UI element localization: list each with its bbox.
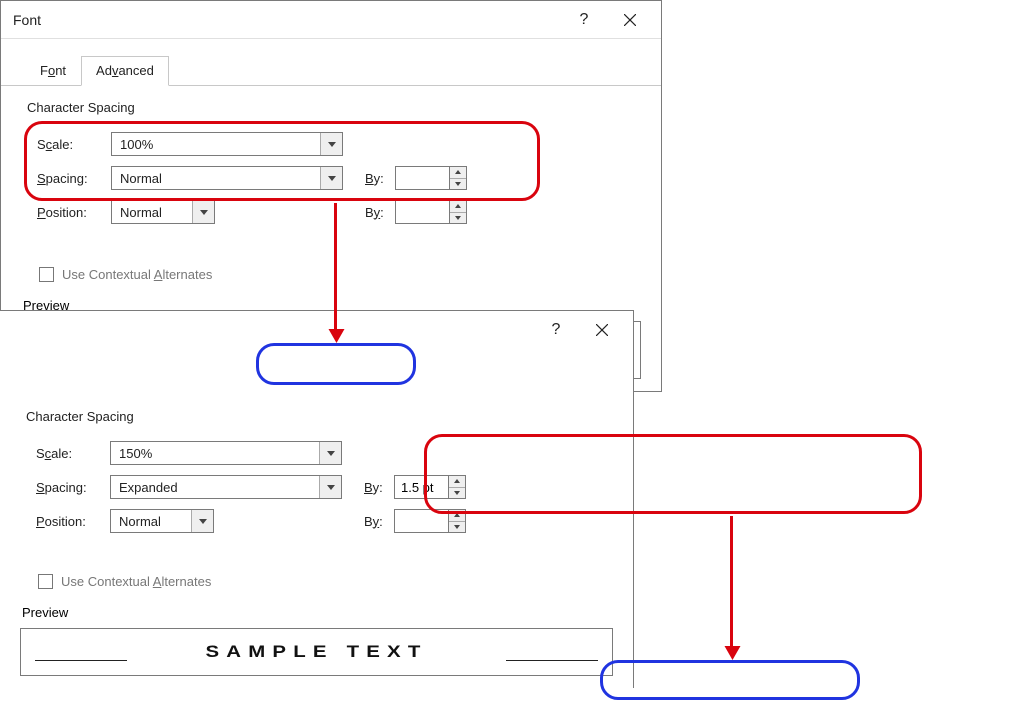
close-button[interactable]: [607, 4, 653, 36]
row-spacing: Spacing: Normal By:: [37, 161, 635, 195]
label-position-by: By:: [364, 514, 394, 529]
spinner-up-icon[interactable]: [450, 201, 466, 213]
section-character-spacing-label: Character Spacing: [21, 100, 641, 121]
position-by-input[interactable]: [394, 509, 448, 533]
preview-box: SAMPLE TEXT: [20, 628, 613, 676]
font-dialog-2: ? Character Spacing Scale: 150% Spacing:…: [0, 310, 634, 688]
use-contextual-alternates-row[interactable]: Use Contextual Alternates: [20, 570, 613, 601]
dialog-content: Character Spacing Scale: 150% Spacing: E…: [0, 403, 633, 688]
chevron-down-icon[interactable]: [191, 510, 213, 532]
preview-line: [35, 660, 127, 661]
preview-label: Preview: [20, 601, 613, 626]
spacing-by-input[interactable]: [394, 475, 448, 499]
spinner-down-icon[interactable]: [450, 179, 466, 190]
spinner-up-icon[interactable]: [449, 510, 465, 522]
chevron-down-icon[interactable]: [192, 201, 214, 223]
label-position: Position:: [36, 514, 110, 529]
use-contextual-alternates-label: Use Contextual Alternates: [61, 574, 211, 589]
scale-value: 100%: [112, 137, 320, 152]
titlebar: Font ?: [1, 1, 661, 39]
dialog-title: Font: [13, 12, 561, 28]
row-position: Position: Normal By:: [36, 504, 607, 538]
section-character-spacing-label: Character Spacing: [20, 409, 613, 430]
preview-text: SAMPLE TEXT: [205, 642, 427, 662]
scale-value: 150%: [111, 446, 319, 461]
checkbox-icon[interactable]: [39, 267, 54, 282]
chevron-down-icon[interactable]: [320, 167, 342, 189]
help-button[interactable]: ?: [533, 314, 579, 346]
spinner-up-icon[interactable]: [450, 167, 466, 179]
spacing-combo[interactable]: Normal: [111, 166, 343, 190]
row-scale: Scale: 150%: [36, 436, 607, 470]
tab-advanced[interactable]: Advanced: [81, 56, 169, 86]
spacing-by-spinner[interactable]: [395, 166, 467, 190]
scale-combo[interactable]: 150%: [110, 441, 342, 465]
row-position: Position: Normal By:: [37, 195, 635, 229]
position-value: Normal: [111, 514, 191, 529]
use-contextual-alternates-row[interactable]: Use Contextual Alternates: [21, 263, 641, 294]
scale-combo[interactable]: 100%: [111, 132, 343, 156]
preview-line: [506, 660, 598, 661]
spacing-by-input[interactable]: [395, 166, 449, 190]
titlebar: ?: [0, 311, 633, 349]
label-spacing: Spacing:: [36, 480, 110, 495]
checkbox-icon[interactable]: [38, 574, 53, 589]
section-character-spacing: Scale: 150% Spacing: Expanded By:: [20, 430, 613, 544]
use-contextual-alternates-label: Use Contextual Alternates: [62, 267, 212, 282]
tab-font[interactable]: Font: [25, 56, 81, 86]
position-combo[interactable]: Normal: [110, 509, 214, 533]
tab-strip: Font Advanced: [1, 39, 661, 86]
position-by-spinner[interactable]: [395, 200, 467, 224]
position-value: Normal: [112, 205, 192, 220]
position-by-input[interactable]: [395, 200, 449, 224]
label-position-by: By:: [365, 205, 395, 220]
position-by-spinner[interactable]: [394, 509, 466, 533]
help-button[interactable]: ?: [561, 4, 607, 36]
spinner-down-icon[interactable]: [449, 522, 465, 533]
chevron-down-icon[interactable]: [320, 133, 342, 155]
spacing-value: Expanded: [111, 480, 319, 495]
label-scale: Scale:: [36, 446, 110, 461]
position-combo[interactable]: Normal: [111, 200, 215, 224]
chevron-down-icon[interactable]: [319, 476, 341, 498]
section-character-spacing: Scale: 100% Spacing: Normal By:: [21, 121, 641, 235]
spacing-value: Normal: [112, 171, 320, 186]
spacing-combo[interactable]: Expanded: [110, 475, 342, 499]
label-scale: Scale:: [37, 137, 111, 152]
annotation-arrow: [730, 516, 733, 648]
label-position: Position:: [37, 205, 111, 220]
row-scale: Scale: 100%: [37, 127, 635, 161]
label-spacing-by: By:: [365, 171, 395, 186]
spinner-down-icon[interactable]: [449, 488, 465, 499]
annotation-blue-box: [600, 660, 860, 700]
annotation-arrow-head-icon: [725, 646, 741, 660]
label-spacing-by: By:: [364, 480, 394, 495]
row-spacing: Spacing: Expanded By:: [36, 470, 607, 504]
close-button[interactable]: [579, 314, 625, 346]
label-spacing: Spacing:: [37, 171, 111, 186]
spinner-down-icon[interactable]: [450, 213, 466, 224]
spinner-up-icon[interactable]: [449, 476, 465, 488]
chevron-down-icon[interactable]: [319, 442, 341, 464]
spacing-by-spinner[interactable]: [394, 475, 466, 499]
